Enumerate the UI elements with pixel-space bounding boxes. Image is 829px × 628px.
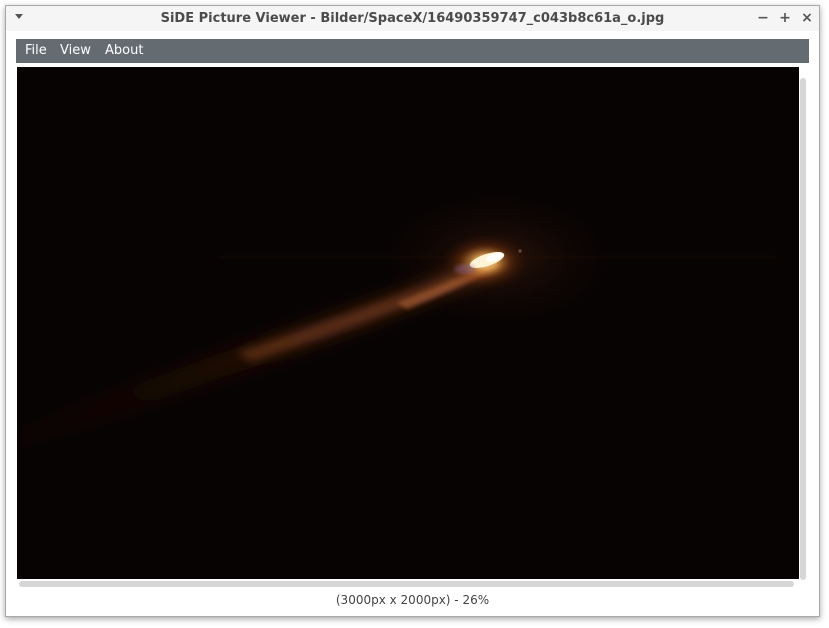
menu-file[interactable]: File [25, 43, 47, 58]
status-bar: (3000px x 2000px) - 26% [335, 593, 490, 607]
rocket-launch-image [17, 67, 799, 579]
image-viewport[interactable] [17, 67, 799, 579]
horizontal-scrollbar[interactable] [19, 581, 794, 587]
window-title: SiDE Picture Viewer - Bilder/SpaceX/1649… [160, 11, 665, 26]
close-button[interactable]: × [798, 9, 816, 27]
app-window: SiDE Picture Viewer - Bilder/SpaceX/1649… [5, 5, 820, 617]
title-bar[interactable]: SiDE Picture Viewer - Bilder/SpaceX/1649… [6, 6, 819, 31]
maximize-button[interactable]: + [776, 9, 794, 27]
menu-view[interactable]: View [60, 43, 91, 58]
minimize-button[interactable]: − [754, 9, 772, 27]
vertical-scrollbar[interactable] [800, 78, 806, 580]
menu-about[interactable]: About [105, 43, 143, 58]
menu-bar: File View About [16, 39, 809, 63]
